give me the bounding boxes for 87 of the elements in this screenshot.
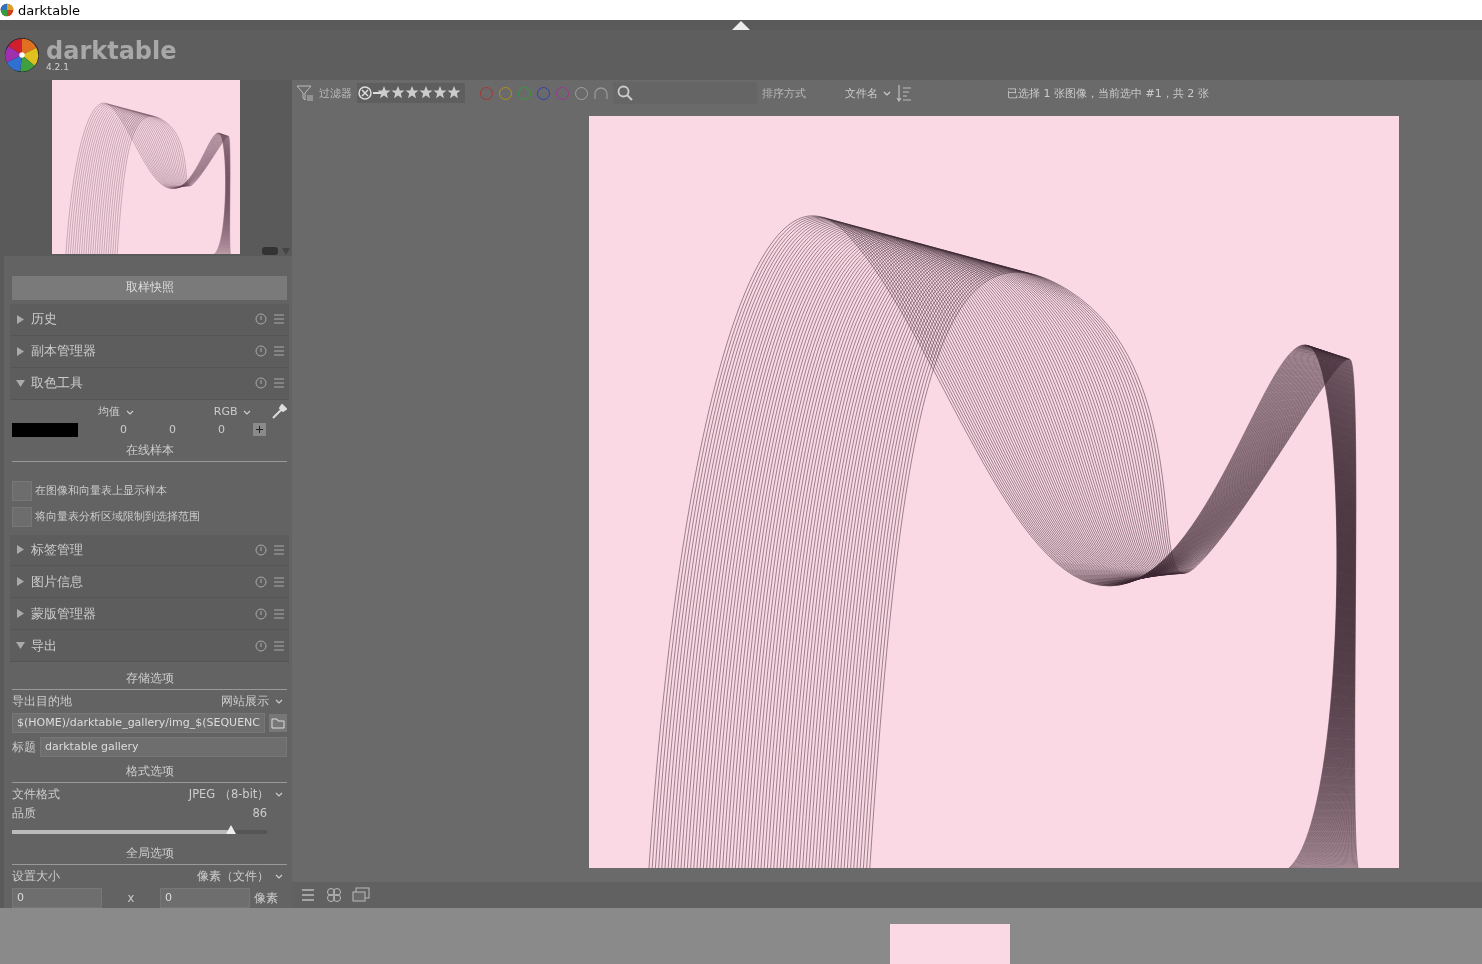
- target-dropdown[interactable]: 网站展示: [221, 694, 284, 710]
- overlay-icon[interactable]: [326, 887, 342, 903]
- chevron-down-icon: [275, 792, 284, 798]
- size-unit-dropdown[interactable]: 像素（文件）: [197, 869, 284, 885]
- selection-status: 已选择 1 张图像，当前选中 #1，共 2 张: [1007, 85, 1209, 101]
- display-toggle-icon[interactable]: [262, 246, 290, 256]
- color-value: 0: [119, 423, 127, 437]
- checkbox-label: 在图像和向量表上显示样本: [35, 483, 167, 499]
- expand-triangle-icon: [16, 314, 25, 324]
- section-header: 在线样本: [12, 439, 288, 462]
- menu-icon[interactable]: [273, 575, 286, 588]
- menu-icon[interactable]: [300, 887, 316, 903]
- format-dropdown[interactable]: JPEG （8-bit）: [188, 787, 284, 803]
- expand-triangle-icon: [16, 346, 25, 356]
- filter-icon[interactable]: [296, 84, 314, 102]
- color-value: 0: [217, 423, 225, 437]
- filmstrip-thumbnail[interactable]: [890, 924, 1010, 964]
- section-header: 存储选项: [12, 668, 288, 691]
- mode-dropdown[interactable]: 均值: [98, 404, 134, 420]
- rating-filter-icon[interactable]: [357, 83, 465, 103]
- reset-icon[interactable]: [255, 607, 268, 620]
- module-header[interactable]: 取色工具: [10, 367, 290, 400]
- field-label: 标题: [12, 739, 36, 755]
- menu-icon[interactable]: [273, 377, 286, 390]
- module-header[interactable]: 历史: [10, 303, 290, 336]
- chevron-down-icon: [125, 409, 134, 415]
- reset-icon[interactable]: [255, 377, 268, 390]
- module-header[interactable]: 图片信息: [10, 566, 290, 599]
- title-field[interactable]: darktable gallery: [40, 737, 288, 758]
- expand-triangle-icon: [16, 609, 25, 619]
- section-header: 全局选项: [12, 843, 288, 866]
- folder-icon[interactable]: [269, 714, 288, 733]
- color-swatch: [12, 422, 78, 437]
- chevron-down-icon: [883, 91, 891, 96]
- menu-icon[interactable]: [273, 543, 286, 556]
- module-header[interactable]: 导出: [10, 630, 290, 663]
- reset-icon[interactable]: [255, 313, 268, 326]
- quality-value: 86: [252, 806, 268, 822]
- search-field[interactable]: [613, 82, 757, 104]
- expand-triangle-icon: [16, 545, 25, 555]
- collapse-arrow-icon[interactable]: [732, 20, 750, 30]
- color-value: 0: [168, 423, 176, 437]
- app-logo-icon: [4, 37, 40, 73]
- width-field[interactable]: 0: [12, 888, 102, 908]
- collapse-triangle-icon: [16, 378, 25, 388]
- snapshot-button[interactable]: 取样快照: [12, 276, 288, 300]
- menu-icon[interactable]: [273, 313, 286, 326]
- add-icon[interactable]: [253, 423, 266, 437]
- expand-triangle-icon: [16, 577, 25, 587]
- reset-icon[interactable]: [255, 345, 268, 358]
- chevron-down-icon: [275, 874, 284, 880]
- quality-slider[interactable]: [12, 825, 268, 836]
- app-version: 4.2.1: [46, 62, 70, 72]
- times-sign: x: [126, 891, 136, 906]
- menu-icon[interactable]: [273, 607, 286, 620]
- path-field[interactable]: $(HOME)/darktable_gallery/img_$(SEQUENC: [12, 713, 266, 734]
- menu-icon[interactable]: [273, 639, 286, 652]
- menu-icon[interactable]: [273, 345, 286, 358]
- reset-icon[interactable]: [255, 575, 268, 588]
- unit-label: 像素: [254, 890, 278, 906]
- sort-order-icon[interactable]: [896, 84, 912, 102]
- color-space-dropdown[interactable]: RGB: [213, 405, 252, 419]
- search-icon: [617, 85, 633, 101]
- chevron-down-icon: [243, 409, 252, 415]
- sort-label: 排序方式: [762, 85, 806, 101]
- module-header[interactable]: 蒙版管理器: [10, 598, 290, 631]
- collapse-triangle-icon: [16, 641, 25, 651]
- reset-icon[interactable]: [255, 639, 268, 652]
- app-logo-icon: [0, 3, 14, 17]
- app-name: darktable: [46, 38, 177, 63]
- chevron-down-icon: [275, 699, 284, 705]
- window-title: darktable: [18, 2, 81, 18]
- color-picker-icon[interactable]: [271, 403, 288, 420]
- display-icon[interactable]: [352, 887, 370, 903]
- sort-dropdown[interactable]: 文件名: [811, 85, 891, 101]
- field-label: 品质: [12, 806, 36, 822]
- module-header[interactable]: 标签管理: [10, 534, 290, 567]
- filter-label: 过滤器: [319, 85, 352, 101]
- height-field[interactable]: 0: [160, 888, 250, 908]
- field-label: 设置大小: [12, 869, 60, 885]
- field-label: 文件格式: [12, 787, 60, 803]
- checkbox-label: 将向量表分析区域限制到选择范围: [35, 509, 200, 525]
- module-header[interactable]: 副本管理器: [10, 335, 290, 368]
- reset-icon[interactable]: [255, 543, 268, 556]
- slider-thumb[interactable]: [226, 825, 237, 835]
- section-header: 格式选项: [12, 761, 288, 784]
- field-label: 导出目的地: [12, 694, 72, 710]
